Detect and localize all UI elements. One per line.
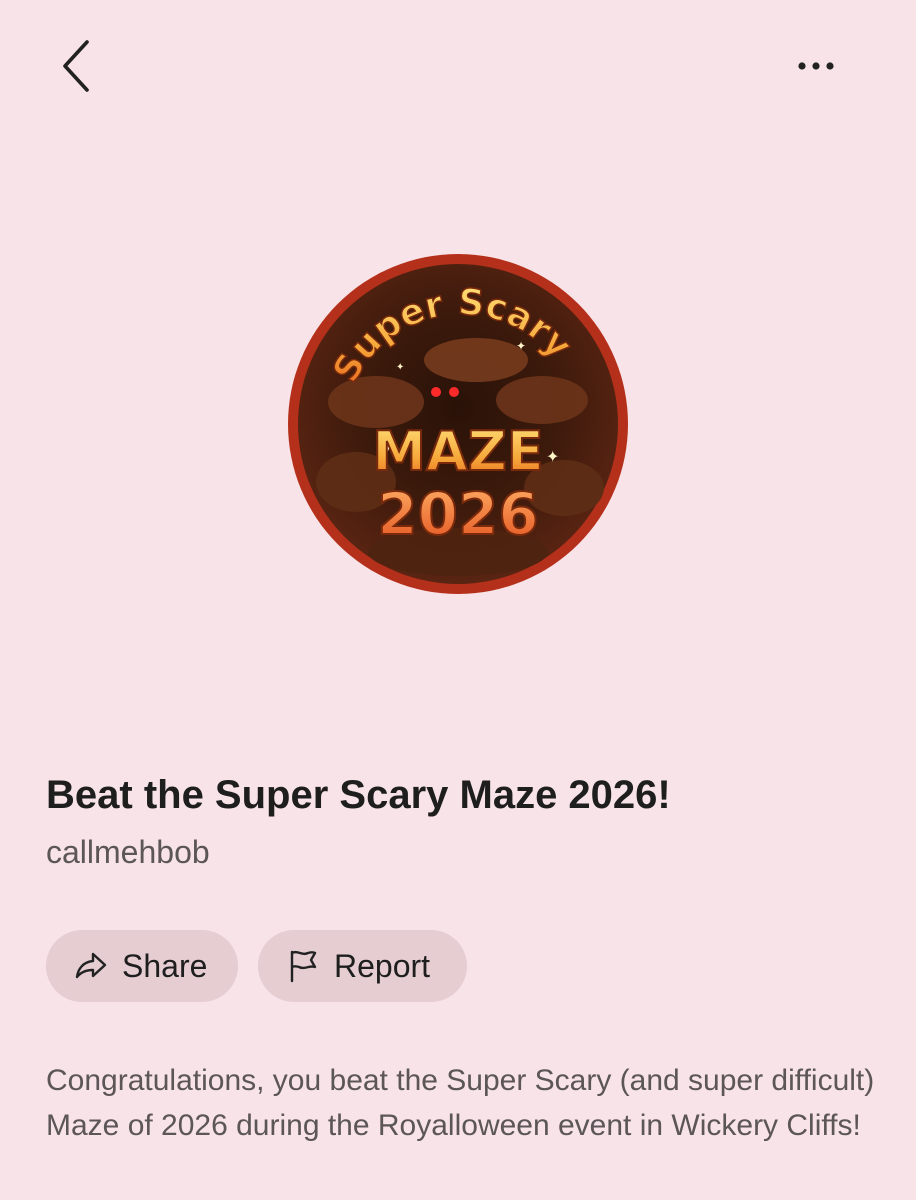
flag-icon: [286, 949, 320, 983]
back-button[interactable]: [44, 30, 108, 102]
action-buttons: Share Report: [46, 930, 467, 1002]
more-options-button[interactable]: [786, 42, 846, 90]
svg-text:✦: ✦: [546, 447, 559, 466]
top-bar: [0, 0, 916, 140]
badge-text-line2: MAZE: [372, 420, 544, 483]
badge-text-line3: 2026: [377, 480, 538, 548]
share-arrow-icon: [74, 949, 108, 983]
more-horizontal-icon: [798, 62, 834, 70]
share-button[interactable]: Share: [46, 930, 238, 1002]
report-label: Report: [334, 948, 431, 984]
creator-name[interactable]: callmehbob: [46, 830, 210, 874]
chevron-left-icon: [63, 40, 89, 92]
badge-artwork: ✦ ✦ ✦ ✦ Super Scary MAZE 2026: [288, 254, 628, 594]
svg-text:✦: ✦: [396, 362, 404, 373]
badge-image: ✦ ✦ ✦ ✦ Super Scary MAZE 2026: [286, 252, 630, 596]
item-description: Congratulations, you beat the Super Scar…: [46, 1064, 875, 1142]
item-title: Beat the Super Scary Maze 2026!: [46, 773, 671, 817]
share-label: Share: [122, 948, 208, 984]
report-button[interactable]: Report: [258, 930, 467, 1002]
